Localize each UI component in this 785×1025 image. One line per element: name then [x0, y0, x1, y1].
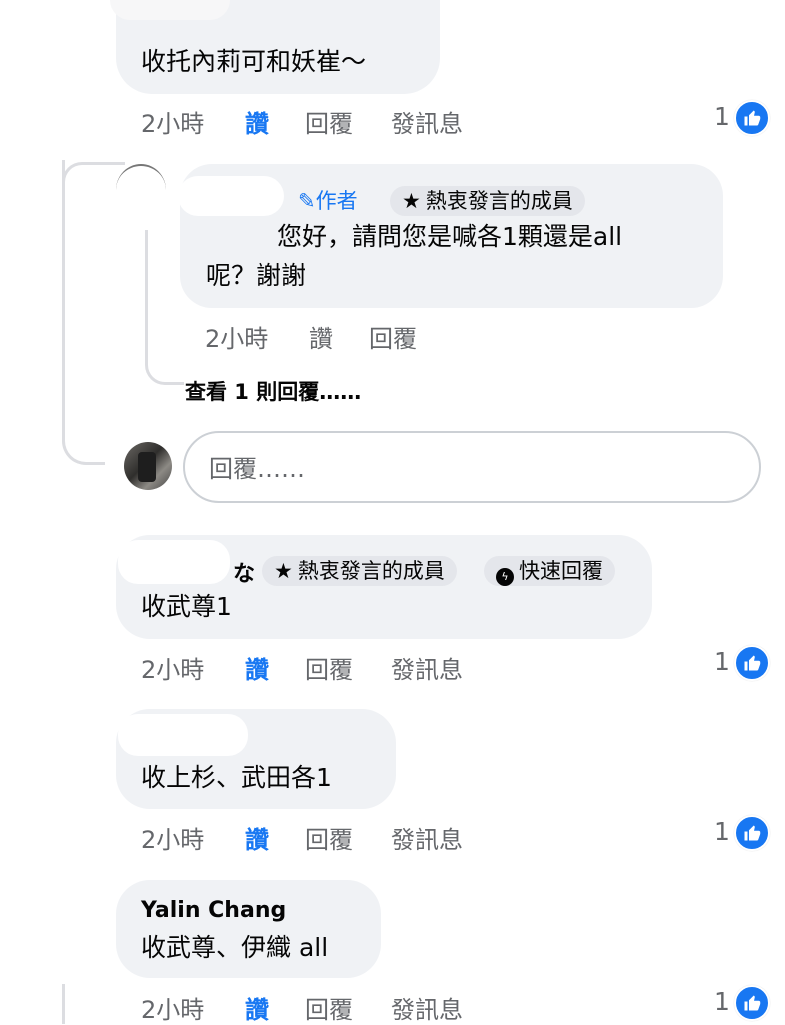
author-badge: ✎作者 [298, 186, 358, 216]
comment-text: 收托內莉可和妖崔～ [141, 47, 367, 76]
pencil-icon: ✎ [298, 189, 316, 213]
reply-button[interactable]: 回覆 [305, 650, 353, 685]
reply-input-placeholder: 回覆…… [209, 455, 305, 483]
thread-line [62, 984, 67, 1024]
quick-reply-badge: ϟ 快速回覆 [484, 556, 615, 586]
redacted-name [118, 714, 248, 756]
reaction-count[interactable]: 1 [714, 102, 730, 131]
view-replies-link[interactable]: 查看 1 則回覆…… [185, 376, 361, 406]
comment-actions: 2小時 讚 回覆 發訊息 [141, 990, 481, 1024]
star-icon: ★ [402, 189, 421, 213]
comment-text: 您好，請問您是喊各1顆還是all [277, 222, 623, 251]
like-button[interactable]: 讚 [309, 319, 333, 354]
thread-line [62, 160, 105, 465]
like-thumb-icon[interactable] [734, 985, 770, 1021]
thread-line-top [62, 162, 125, 185]
timestamp[interactable]: 2小時 [141, 104, 204, 139]
reply-button[interactable]: 回覆 [369, 319, 417, 354]
member-badge-label: 熱衷發言的成員 [425, 189, 573, 213]
comment-actions: 2小時 讚 回覆 發訊息 [141, 820, 481, 854]
member-badge: ★ 熱衷發言的成員 [390, 186, 585, 216]
like-button[interactable]: 讚 [245, 104, 269, 139]
avatar[interactable] [124, 442, 172, 490]
comment-actions: 2小時 讚 回覆 [205, 319, 465, 353]
comment-text: 收武尊1 [141, 592, 232, 621]
star-icon: ★ [274, 559, 293, 583]
author-badge-label: 作者 [315, 189, 358, 213]
message-button[interactable]: 發訊息 [391, 650, 463, 685]
messenger-icon: ϟ [496, 568, 514, 586]
reply-button[interactable]: 回覆 [305, 990, 353, 1025]
reply-input[interactable]: 回覆…… [183, 431, 761, 503]
like-thumb-icon[interactable] [734, 100, 770, 136]
quick-reply-label: 快速回覆 [519, 559, 603, 583]
timestamp[interactable]: 2小時 [141, 650, 204, 685]
member-badge-label: 熱衷發言的成員 [297, 559, 445, 583]
reply-button[interactable]: 回覆 [305, 820, 353, 855]
comment-text: 收武尊、伊織 all [141, 933, 329, 962]
avatar-detail [138, 452, 156, 482]
reaction-count[interactable]: 1 [714, 647, 730, 676]
redacted-name [110, 0, 230, 20]
comment-text: 收上杉、武田各1 [141, 763, 332, 792]
author-name-fragment[interactable]: な [233, 556, 255, 588]
author-name[interactable]: Yalin Chang [141, 898, 286, 923]
message-button[interactable]: 發訊息 [391, 990, 463, 1025]
comment-actions: 2小時 讚 回覆 發訊息 [141, 650, 481, 684]
message-button[interactable]: 發訊息 [391, 104, 463, 139]
timestamp[interactable]: 2小時 [205, 319, 268, 354]
redacted-name [118, 540, 230, 584]
comment-actions: 2小時 讚 回覆 發訊息 [141, 104, 481, 138]
timestamp[interactable]: 2小時 [141, 820, 204, 855]
member-badge: ★ 熱衷發言的成員 [262, 556, 457, 586]
reply-button[interactable]: 回覆 [305, 104, 353, 139]
like-button[interactable]: 讚 [245, 650, 269, 685]
avatar[interactable] [116, 164, 166, 216]
reaction-count[interactable]: 1 [714, 817, 730, 846]
like-thumb-icon[interactable] [734, 815, 770, 851]
reply-thread-line [145, 230, 184, 385]
timestamp[interactable]: 2小時 [141, 990, 204, 1025]
reaction-count[interactable]: 1 [714, 987, 730, 1016]
like-button[interactable]: 讚 [245, 820, 269, 855]
redacted-name [178, 176, 284, 216]
comment-text-line2: 呢？謝謝 [206, 261, 307, 290]
like-button[interactable]: 讚 [245, 990, 269, 1025]
like-thumb-icon[interactable] [734, 645, 770, 681]
message-button[interactable]: 發訊息 [391, 820, 463, 855]
